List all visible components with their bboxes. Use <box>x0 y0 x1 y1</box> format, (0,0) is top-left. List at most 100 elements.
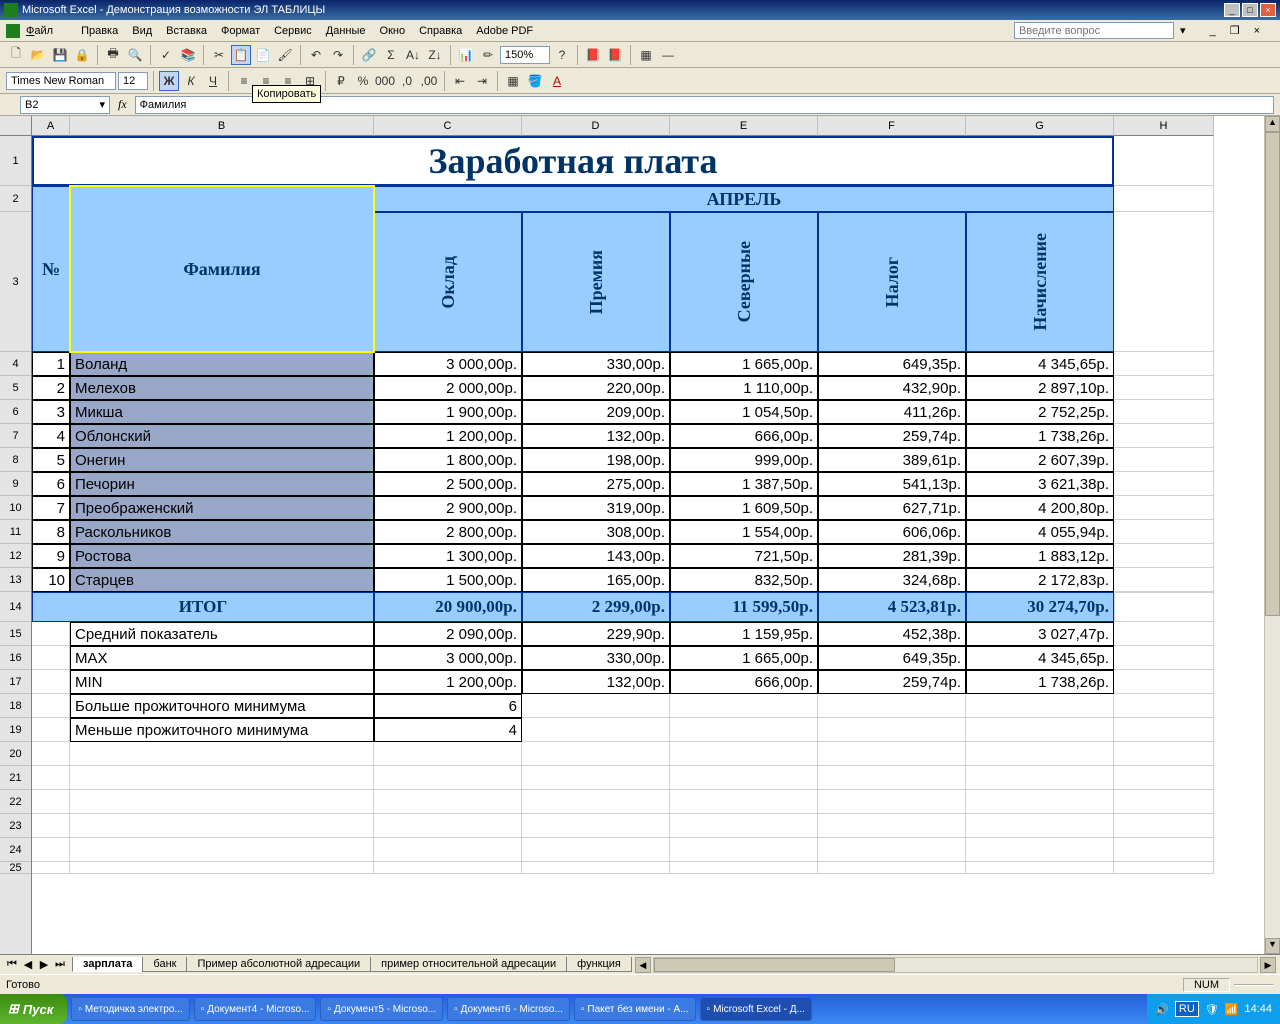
cell[interactable] <box>670 814 818 838</box>
cell[interactable] <box>374 862 522 874</box>
cell[interactable]: 275,00р. <box>522 472 670 496</box>
cell[interactable]: 1 200,00р. <box>374 424 522 448</box>
row-header[interactable]: 13 <box>0 568 31 592</box>
cell[interactable] <box>1114 670 1214 694</box>
cell[interactable]: 2 752,25р. <box>966 400 1114 424</box>
cell[interactable]: 259,74р. <box>818 670 966 694</box>
cell[interactable] <box>1114 472 1214 496</box>
cell[interactable] <box>522 790 670 814</box>
cell[interactable]: 132,00р. <box>522 670 670 694</box>
lang-indicator[interactable]: RU <box>1175 1001 1199 1017</box>
cell[interactable] <box>818 790 966 814</box>
cell[interactable] <box>70 766 374 790</box>
tray-icon[interactable]: 📶 <box>1225 1003 1239 1016</box>
doc-close[interactable]: × <box>1254 25 1260 37</box>
cell[interactable]: 452,38р. <box>818 622 966 646</box>
menu-tools[interactable]: Сервис <box>274 25 312 37</box>
row-header[interactable]: 24 <box>0 838 31 862</box>
cell[interactable]: 541,13р. <box>818 472 966 496</box>
cell[interactable] <box>1114 622 1214 646</box>
cell[interactable] <box>1114 838 1214 862</box>
extra-label[interactable]: Больше прожиточного минимума <box>70 694 374 718</box>
cell[interactable] <box>32 694 70 718</box>
cell-name[interactable]: Ростова <box>70 544 374 568</box>
cell[interactable] <box>70 742 374 766</box>
cell[interactable] <box>818 862 966 874</box>
border-icon[interactable]: ▦ <box>636 45 656 65</box>
header-oklad[interactable]: Оклад <box>374 212 522 352</box>
row-header[interactable]: 18 <box>0 694 31 718</box>
cell[interactable] <box>70 790 374 814</box>
col-header[interactable]: B <box>70 116 374 136</box>
cell-name[interactable]: Преображенский <box>70 496 374 520</box>
cell[interactable]: 132,00р. <box>522 424 670 448</box>
cell[interactable] <box>1114 136 1214 186</box>
pdf2-icon[interactable]: 📕 <box>605 45 625 65</box>
cell-num[interactable]: 10 <box>32 568 70 592</box>
cell[interactable] <box>32 670 70 694</box>
font-name-combo[interactable] <box>6 72 116 90</box>
cell[interactable]: 4 345,65р. <box>966 352 1114 376</box>
cell[interactable]: 2 607,39р. <box>966 448 1114 472</box>
header-severnye[interactable]: Северные <box>670 212 818 352</box>
cell[interactable]: 308,00р. <box>522 520 670 544</box>
pdf-icon[interactable]: 📕 <box>583 45 603 65</box>
cell-name[interactable]: Онегин <box>70 448 374 472</box>
cell[interactable]: 1 054,50р. <box>670 400 818 424</box>
cell[interactable]: 1 665,00р. <box>670 646 818 670</box>
sheet-tab[interactable]: функция <box>566 957 632 972</box>
cell[interactable] <box>670 790 818 814</box>
cell-name[interactable]: Микша <box>70 400 374 424</box>
cell[interactable] <box>966 790 1114 814</box>
col-header[interactable]: E <box>670 116 818 136</box>
cell[interactable] <box>70 814 374 838</box>
row-header[interactable]: 17 <box>0 670 31 694</box>
cell-num[interactable]: 5 <box>32 448 70 472</box>
col-header[interactable]: F <box>818 116 966 136</box>
cell[interactable]: 627,71р. <box>818 496 966 520</box>
cell[interactable]: 4 200,80р. <box>966 496 1114 520</box>
cell[interactable] <box>32 838 70 862</box>
cell[interactable]: 389,61р. <box>818 448 966 472</box>
new-icon[interactable]: 🗋 <box>6 45 26 65</box>
taskbar-item[interactable]: ▫Методичка электро... <box>71 997 189 1021</box>
currency-icon[interactable]: ₽ <box>331 71 351 91</box>
cell[interactable] <box>32 814 70 838</box>
cell[interactable]: 198,00р. <box>522 448 670 472</box>
cell[interactable]: 6 <box>374 694 522 718</box>
cell[interactable]: 1 883,12р. <box>966 544 1114 568</box>
cell[interactable] <box>1114 718 1214 742</box>
cell[interactable] <box>966 742 1114 766</box>
cell[interactable]: 220,00р. <box>522 376 670 400</box>
taskbar-item[interactable]: ▫Документ4 - Microso... <box>194 997 317 1021</box>
cell[interactable]: 1 159,95р. <box>670 622 818 646</box>
tray-icon[interactable]: 🔊 <box>1155 1003 1169 1016</box>
row-header[interactable]: 16 <box>0 646 31 670</box>
cell[interactable] <box>1114 814 1214 838</box>
cell[interactable]: 666,00р. <box>670 424 818 448</box>
help-icon[interactable]: ? <box>552 45 572 65</box>
cell[interactable]: 4 <box>374 718 522 742</box>
cell-name[interactable]: Облонский <box>70 424 374 448</box>
cell[interactable]: 3 000,00р. <box>374 352 522 376</box>
row-header[interactable]: 9 <box>0 472 31 496</box>
inc-indent-icon[interactable]: ⇥ <box>472 71 492 91</box>
taskbar-item[interactable]: ▫Пакет без имени - A... <box>574 997 696 1021</box>
total-c[interactable]: 20 900,00р. <box>374 592 522 622</box>
cell[interactable] <box>522 838 670 862</box>
menu-file[interactable]: Файл <box>26 25 67 37</box>
cell[interactable] <box>966 814 1114 838</box>
cell[interactable]: 832,50р. <box>670 568 818 592</box>
cell[interactable]: 999,00р. <box>670 448 818 472</box>
open-icon[interactable]: 📂 <box>28 45 48 65</box>
cell[interactable]: 1 665,00р. <box>670 352 818 376</box>
cell[interactable]: 3 027,47р. <box>966 622 1114 646</box>
cell[interactable] <box>1114 352 1214 376</box>
cell-num[interactable]: 9 <box>32 544 70 568</box>
row-header[interactable]: 1 <box>0 136 31 186</box>
scroll-up-icon[interactable]: ▲ <box>1265 116 1280 132</box>
inc-decimal-icon[interactable]: ,0 <box>397 71 417 91</box>
cell[interactable] <box>1114 376 1214 400</box>
italic-button[interactable]: К <box>181 71 201 91</box>
cell[interactable] <box>1114 592 1214 622</box>
